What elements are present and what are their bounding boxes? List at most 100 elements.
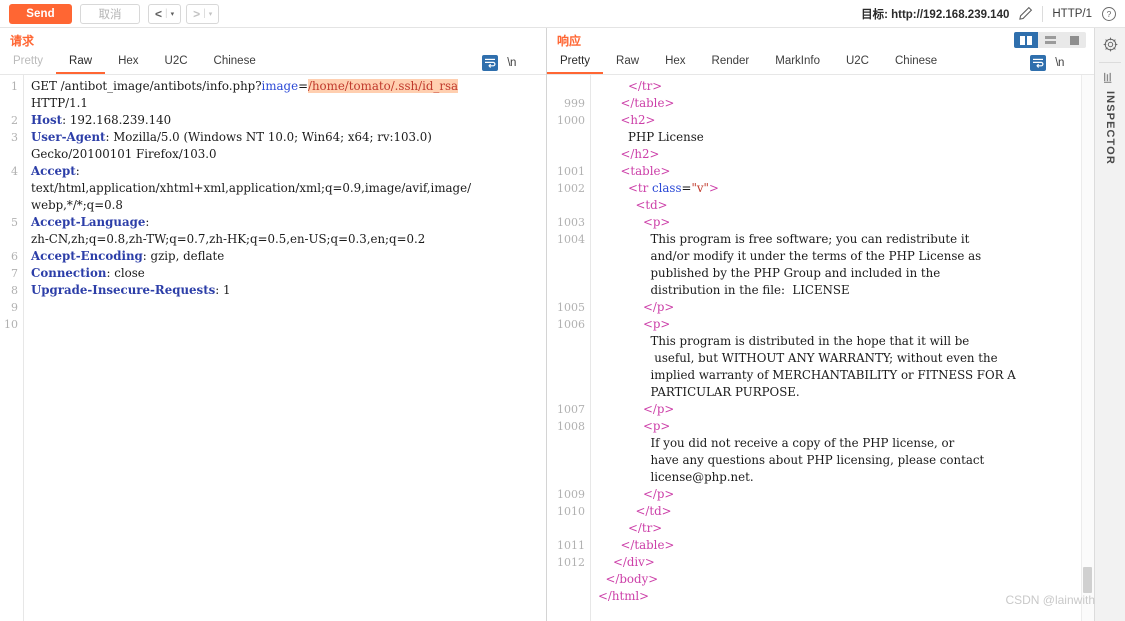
- request-tab-u2c[interactable]: U2C: [152, 55, 201, 74]
- request-tab-raw[interactable]: Raw: [56, 55, 106, 74]
- line-number: .: [555, 571, 585, 588]
- nav-back-button[interactable]: < | ▾: [148, 3, 182, 24]
- history-nav-group: < | ▾ > | ▾: [148, 3, 224, 24]
- code-segment: implied warranty of MERCHANTABILITY or F…: [650, 368, 1016, 382]
- line-number: .: [555, 350, 585, 367]
- newline-toggle[interactable]: \n: [507, 57, 516, 69]
- line-number: 1008: [557, 420, 585, 433]
- code-segment: If you did not receive a copy of the PHP…: [650, 436, 955, 450]
- inspector-label[interactable]: INSPECTOR: [1104, 91, 1116, 165]
- cancel-button[interactable]: 取消: [80, 3, 140, 24]
- code-line: PHP License: [598, 129, 1094, 146]
- line-number: .: [555, 129, 585, 146]
- pencil-icon[interactable]: [1018, 6, 1033, 21]
- line-number: .: [555, 146, 585, 163]
- request-editor[interactable]: 1. 2 3. 4.. 5. 6 7 8 9 10 GET /antibot_image/anti…: [0, 74, 546, 621]
- hamburger-menu-icon[interactable]: [525, 58, 538, 68]
- code-segment: useful, but WITHOUT ANY WARRANTY; withou…: [654, 351, 998, 365]
- split-vertical-icon: [1020, 35, 1032, 45]
- line-number: .: [555, 452, 585, 469]
- line-number: 1003: [557, 216, 585, 229]
- chevron-down-icon: ▾: [208, 10, 213, 18]
- request-body-text[interactable]: GET /antibot_image/antibots/info.php?ima…: [24, 75, 546, 621]
- line-number: 10: [4, 318, 18, 331]
- line-number: .: [555, 367, 585, 384]
- main-body: 请求 Pretty Raw Hex U2C Chinese \n 1 2 3 4…: [0, 28, 1125, 621]
- response-tab-markinfo[interactable]: MarkInfo: [762, 55, 833, 74]
- code-segment: <p>: [643, 215, 671, 229]
- response-scrollbar[interactable]: [1081, 75, 1094, 621]
- code-segment: have any questions about PHP licensing, …: [650, 453, 985, 467]
- code-segment: :: [145, 215, 150, 229]
- code-line: </td>: [598, 503, 1094, 520]
- chevron-down-icon: ▾: [170, 10, 175, 18]
- help-icon[interactable]: ?: [1101, 6, 1117, 22]
- code-segment: </table>: [620, 96, 675, 110]
- line-number: 4: [11, 165, 18, 178]
- newline-toggle[interactable]: \n: [1055, 57, 1064, 69]
- columns-icon[interactable]: [1103, 71, 1118, 84]
- line-number: 1012: [557, 556, 585, 569]
- rail-divider: [1099, 62, 1121, 63]
- request-pane-header: 请求 Pretty Raw Hex U2C Chinese \n: [0, 28, 546, 74]
- code-segment: User-Agent: [31, 130, 106, 144]
- request-tab-chinese[interactable]: Chinese: [201, 55, 269, 74]
- code-line: <h2>: [598, 112, 1094, 129]
- gear-icon[interactable]: [1102, 36, 1119, 53]
- layout-split-horizontal-button[interactable]: [1038, 32, 1062, 48]
- request-tab-pretty[interactable]: Pretty: [0, 55, 56, 74]
- code-segment: Connection: [31, 266, 107, 280]
- line-number: .: [555, 78, 585, 95]
- code-line: webp,*/*;q=0.8: [31, 197, 546, 214]
- line-number: 1007: [557, 403, 585, 416]
- code-line: GET /antibot_image/antibots/info.php?ima…: [31, 78, 546, 95]
- code-segment: distribution in the file: LICENSE: [650, 283, 850, 297]
- hamburger-menu-icon[interactable]: [1073, 58, 1086, 68]
- chevron-right-icon: >: [193, 6, 201, 21]
- response-tab-raw[interactable]: Raw: [603, 55, 652, 74]
- code-segment: This program is free software; you can r…: [650, 232, 970, 246]
- layout-single-button[interactable]: [1062, 32, 1086, 48]
- code-line: </p>: [598, 486, 1094, 503]
- code-segment: text/html,application/xhtml+xml,applicat…: [31, 181, 472, 195]
- line-number: .: [4, 180, 18, 197]
- line-number: 3: [11, 131, 18, 144]
- nav-forward-button[interactable]: > | ▾: [186, 3, 220, 24]
- layout-split-vertical-button[interactable]: [1014, 32, 1038, 48]
- response-tab-bar: Pretty Raw Hex Render MarkInfo U2C Chinese: [547, 49, 950, 74]
- chevron-left-icon: <: [155, 6, 163, 21]
- response-editor[interactable]: . 999 1000.. 1001 1002. 1003 1004... 1005 1006..…: [547, 74, 1094, 621]
- response-tab-chinese[interactable]: Chinese: [882, 55, 950, 74]
- code-line: zh-CN,zh;q=0.8,zh-TW;q=0.7,zh-HK;q=0.5,e…: [31, 231, 546, 248]
- response-tab-u2c[interactable]: U2C: [833, 55, 882, 74]
- line-number: 5: [11, 216, 18, 229]
- request-tab-hex[interactable]: Hex: [105, 55, 151, 74]
- code-line: and/or modify it under the terms of the …: [598, 248, 1094, 265]
- code-segment: HTTP/1.1: [31, 96, 88, 110]
- code-line: PARTICULAR PURPOSE.: [598, 384, 1094, 401]
- response-tab-render[interactable]: Render: [699, 55, 763, 74]
- inspector-rail: INSPECTOR: [1094, 28, 1125, 621]
- send-button[interactable]: Send: [9, 3, 72, 24]
- top-toolbar: Send 取消 < | ▾ > | ▾ 目标: http://192.168.2…: [0, 0, 1125, 28]
- code-segment: : close: [106, 266, 145, 280]
- code-segment: This program is distributed in the hope …: [650, 334, 970, 348]
- code-segment: image: [261, 79, 299, 93]
- toolbar-divider: [1042, 5, 1044, 22]
- http-version-label[interactable]: HTTP/1: [1052, 8, 1092, 20]
- code-segment: class: [652, 181, 682, 195]
- word-wrap-icon[interactable]: [1030, 55, 1047, 71]
- line-number: .: [555, 520, 585, 537]
- response-tab-pretty[interactable]: Pretty: [547, 55, 604, 74]
- code-segment: PHP License: [628, 130, 704, 144]
- response-body-text[interactable]: </tr> </table> <h2> PHP License </h2> <t…: [591, 75, 1094, 621]
- line-number: .: [4, 197, 18, 214]
- code-line: have any questions about PHP licensing, …: [598, 452, 1094, 469]
- code-segment: : 1: [215, 283, 231, 297]
- response-scrollbar-thumb[interactable]: [1083, 567, 1092, 593]
- code-segment: </p>: [643, 402, 675, 416]
- code-segment: </html>: [598, 589, 650, 603]
- code-line: distribution in the file: LICENSE: [598, 282, 1094, 299]
- word-wrap-icon[interactable]: [482, 55, 499, 71]
- response-tab-hex[interactable]: Hex: [652, 55, 698, 74]
